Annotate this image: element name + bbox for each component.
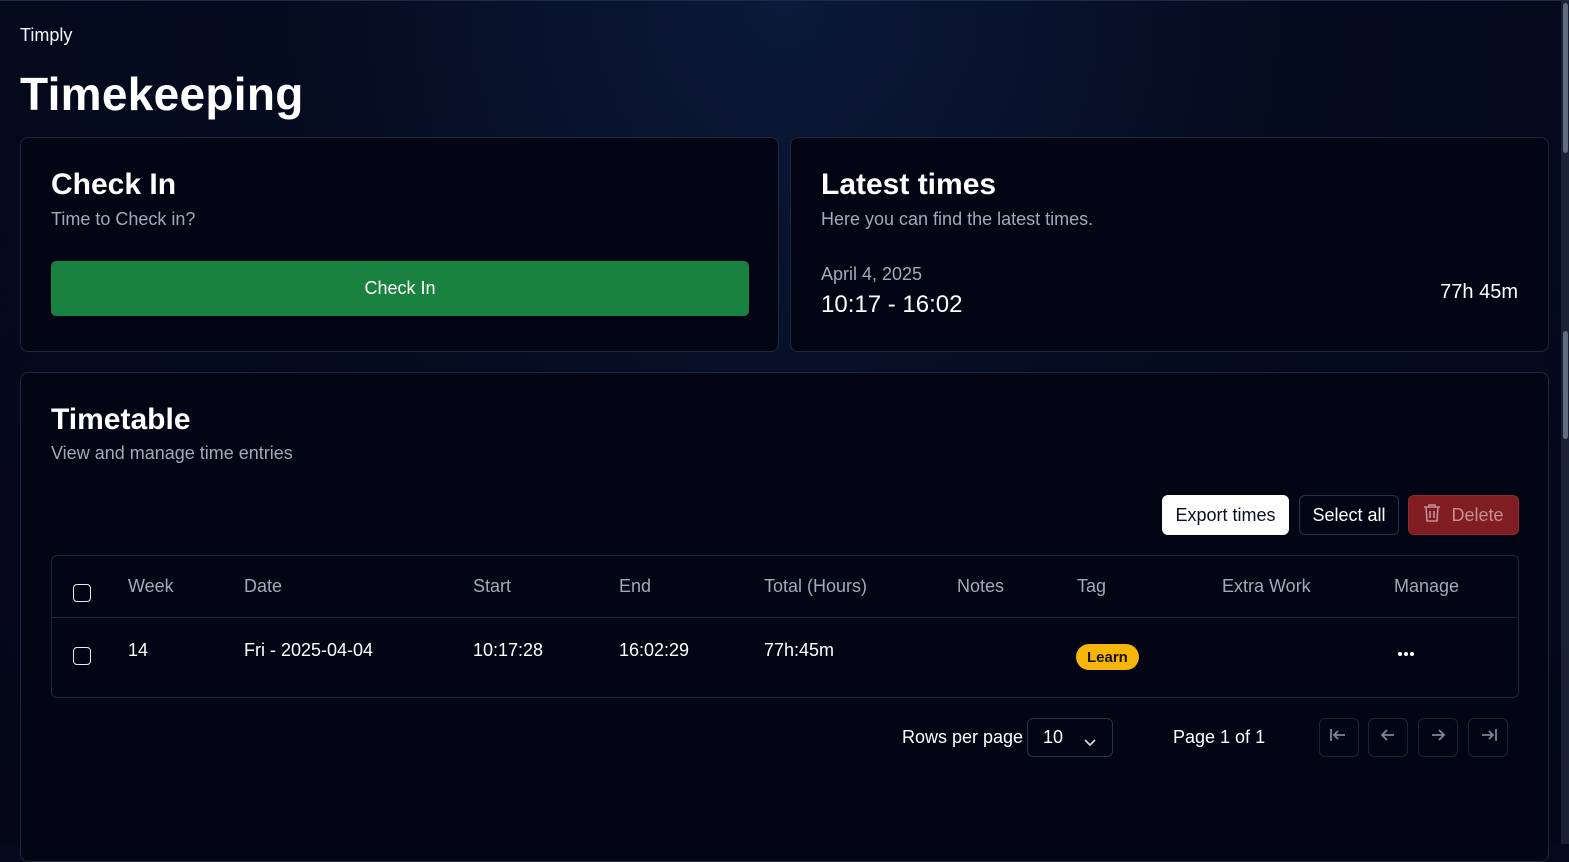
rows-per-page-label: Rows per page [902, 727, 1024, 747]
check-in-title: Check In [51, 168, 177, 201]
last-page-button[interactable] [1468, 718, 1508, 757]
last-page-icon [1478, 727, 1498, 748]
cell-total: 77h:45m [764, 640, 835, 660]
timetable-subtitle: View and manage time entries [51, 443, 293, 463]
timetable-table: Week Date Start End Total (Hours) Notes … [51, 555, 1519, 698]
latest-times-title: Latest times [821, 168, 997, 201]
prev-page-icon [1379, 727, 1397, 748]
row-checkbox[interactable] [73, 647, 91, 665]
next-page-icon [1429, 727, 1447, 748]
scrollbar-thumb[interactable] [1563, 3, 1568, 153]
chevron-down-icon [1083, 731, 1097, 752]
table-header: Week Date Start End Total (Hours) Notes … [52, 556, 1518, 618]
delete-label: Delete [1451, 504, 1504, 525]
cell-end: 16:02:29 [619, 640, 690, 660]
tag-badge: Learn [1076, 644, 1139, 670]
delete-button[interactable]: Delete [1408, 495, 1519, 535]
column-header-start[interactable]: Start [473, 576, 511, 597]
column-header-extra-work[interactable]: Extra Work [1222, 576, 1311, 597]
select-all-button[interactable]: Select all [1299, 495, 1399, 535]
column-header-total[interactable]: Total (Hours) [764, 576, 867, 597]
latest-total: 77h 45m [1440, 281, 1518, 303]
latest-times-subtitle: Here you can find the latest times. [821, 209, 1094, 229]
rows-per-page-value: 10 [1043, 727, 1064, 747]
timetable-title: Timetable [51, 403, 191, 436]
check-in-button[interactable]: Check In [51, 261, 749, 316]
latest-times-card: Latest times Here you can find the lates… [790, 137, 1549, 352]
prev-page-button[interactable] [1368, 718, 1408, 757]
brand: Timply [20, 25, 73, 45]
check-in-card: Check In Time to Check in? Check In [20, 137, 779, 352]
cell-date: Fri - 2025-04-04 [244, 640, 374, 660]
column-header-tag[interactable]: Tag [1077, 576, 1106, 597]
more-horizontal-icon[interactable] [1397, 640, 1415, 663]
select-all-checkbox[interactable] [73, 584, 91, 602]
column-header-end[interactable]: End [619, 576, 651, 597]
cell-start: 10:17:28 [473, 640, 544, 660]
scrollbar-thumb-secondary[interactable] [1563, 331, 1568, 439]
table-row[interactable]: 14 Fri - 2025-04-04 10:17:28 16:02:29 77… [52, 618, 1518, 698]
rows-per-page-select[interactable]: 10 [1027, 718, 1113, 757]
scrollbar[interactable] [1561, 1, 1569, 844]
export-times-button[interactable]: Export times [1162, 495, 1289, 535]
column-header-manage: Manage [1394, 576, 1460, 596]
latest-date: April 4, 2025 [821, 264, 923, 284]
trash-icon [1423, 503, 1441, 528]
page-title: Timekeeping [20, 68, 304, 120]
check-in-subtitle: Time to Check in? [51, 209, 196, 229]
column-header-date[interactable]: Date [244, 576, 282, 597]
latest-time-range: 10:17 - 16:02 [821, 291, 963, 318]
page-indicator: Page 1 of 1 [1173, 727, 1266, 747]
next-page-button[interactable] [1418, 718, 1458, 757]
first-page-button[interactable] [1319, 718, 1359, 757]
first-page-icon [1329, 727, 1349, 748]
cell-week: 14 [128, 640, 149, 660]
column-header-notes[interactable]: Notes [957, 576, 1004, 597]
timetable-card: Timetable View and manage time entries E… [20, 372, 1549, 862]
column-header-week[interactable]: Week [128, 576, 174, 597]
